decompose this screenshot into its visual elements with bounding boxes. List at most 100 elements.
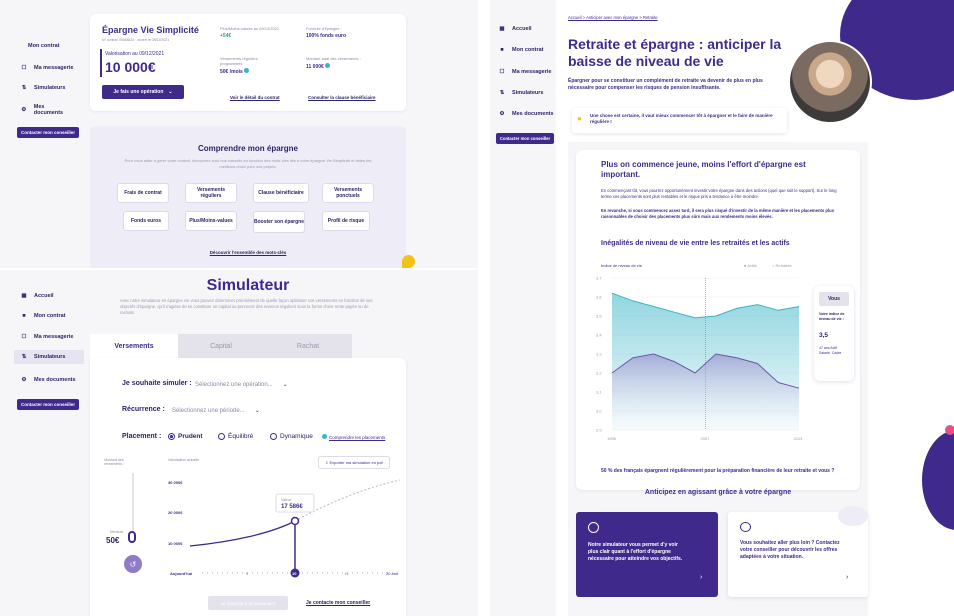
radio-icon: [270, 433, 277, 440]
profile-text: 47 ans Actif Salarié, Cadre: [819, 346, 842, 356]
sidebar-item-contract[interactable]: ■ Mon contrat: [20, 312, 65, 320]
gain-label: Plus/Moins-values au 09/12/2021: [220, 26, 280, 31]
tag-beneficiary-clause[interactable]: Clause bénéficiaire: [253, 183, 309, 203]
tag-gains-losses[interactable]: Plus/Moins-values: [185, 211, 237, 231]
y-tick-label: 2,9: [596, 428, 602, 433]
chart-ylabel: Indice de niveau de vie: [601, 263, 642, 268]
anticipate-heading: Anticipez en agissant grâce à votre épar…: [644, 489, 792, 496]
simulator-promo-card[interactable]: Notre simulateur vous permet d'y voir pl…: [576, 512, 718, 597]
tip-box: ● Une chose est certaine, il vaut mieux …: [572, 108, 787, 133]
placements-link-label: Comprendre les placements: [329, 435, 386, 440]
valuation-label: Valorisation au 09/12/2021: [105, 51, 165, 57]
recurrence-select[interactable]: Sélectionnez une période... ⌄: [172, 407, 260, 415]
tag-regular-payments[interactable]: Versements réguliers: [185, 183, 237, 203]
total-value: 11 000€: [306, 64, 324, 70]
projection-chart: 30 000€ 20 000€ 10 000€ Valeur 17 586€ A…: [168, 479, 401, 578]
placement-balanced[interactable]: Équilibré: [218, 433, 253, 440]
x-tick-label: 1996: [607, 436, 617, 441]
advisor-promo-card[interactable]: Vous souhaitez aller plus loin ? Contact…: [728, 506, 868, 597]
sidebar-item-label: Ma messagerie: [34, 334, 74, 340]
sidebar-item-messages[interactable]: ☐ Ma messagerie: [498, 68, 552, 76]
placement-dynamic[interactable]: Dynamique: [270, 433, 313, 440]
regular-payments-cell: Versements réguliers programmés : 50€ /mo…: [220, 56, 280, 75]
understand-title: Comprendre mon épargne: [197, 144, 298, 153]
monthly-period: Mensuel: [110, 530, 124, 534]
your-index-value: 3,5: [819, 332, 829, 339]
selected-point: [290, 516, 300, 526]
x-label-15: 15: [344, 571, 349, 576]
sidebar-item-label: Ma messagerie: [34, 65, 74, 71]
panel-article: ▦ Accueil ■ Mon contrat ☐ Ma messagerie ⇅ Si…: [490, 0, 954, 616]
breadcrumb[interactable]: Accueil > Anticiper avec mon épargne > R…: [568, 15, 658, 20]
purple-side-decoration: [922, 430, 954, 530]
sidebar-item-label: Simulateurs: [512, 90, 544, 96]
placement-prudent[interactable]: Prudent: [168, 433, 203, 440]
you-button[interactable]: Vous: [819, 292, 849, 306]
y-tick-label: 3,0: [596, 409, 602, 414]
y-tick-label: 30 000€: [168, 480, 183, 485]
sidebar-item-messages[interactable]: ☐ Ma messagerie: [20, 64, 74, 72]
radio-icon: [168, 433, 175, 440]
simulate-label: Je souhaite simuler :: [122, 380, 192, 387]
history-button[interactable]: ↺: [124, 555, 142, 573]
legend-label: Actifs: [747, 263, 758, 268]
y-tick-label: 10 000€: [168, 541, 183, 546]
sidebar-item-contract[interactable]: ■ Mon contrat: [498, 46, 543, 54]
sidebar-item-documents[interactable]: ⚙ Mes documents: [498, 110, 554, 118]
operation-select[interactable]: Sélectionnez une opération... ⌄: [195, 381, 288, 389]
subscribe-button[interactable]: Je souscris à ce versement: [208, 596, 288, 610]
y-tick-label: 3,2: [596, 371, 602, 376]
contact-advisor-button[interactable]: Contacter mon conseiller: [496, 133, 554, 144]
sidebar-item-label: Mon contrat: [34, 313, 66, 319]
your-index-label: Votre indice de niveau de vie :: [819, 312, 845, 321]
y-tick-label: 20 000€: [168, 510, 183, 515]
current-value-label: Valorisation actuelle: [168, 458, 200, 462]
tag-risk-profile[interactable]: Profil de risque: [322, 211, 370, 231]
contact-advisor-link[interactable]: Je contacte mon conseiller: [306, 600, 370, 606]
sidebar-item-home[interactable]: ▦ Accueil: [20, 292, 53, 300]
sidebar-item-messages[interactable]: ☐ Ma messagerie: [20, 333, 74, 341]
contact-advisor-button[interactable]: Contacter mon conseiller: [17, 127, 79, 138]
doc-icon: ■: [22, 313, 26, 319]
grid-icon: ▦: [21, 293, 27, 299]
tag-one-off-payments[interactable]: Versements ponctuels: [322, 183, 374, 203]
contact-advisor-button[interactable]: Contacter mon conseiller: [17, 399, 79, 410]
sidebar: Mon contrat ☐ Ma messagerie ⇅ Simulateurs …: [14, 40, 74, 160]
folder-icon: ⚙: [499, 111, 505, 117]
sidebar-item-simulators[interactable]: ⇅ Simulateurs: [20, 84, 66, 92]
info-icon[interactable]: [325, 63, 331, 68]
panel-simulator: ▦ Accueil ■ Mon contrat ☐ Ma messagerie ⇅ Si…: [0, 270, 478, 616]
formula-label: Formule d'épargne :: [306, 26, 342, 31]
x-label-20: 20 ans: [386, 571, 398, 576]
monthly-value: 50€: [106, 536, 120, 545]
tag-euro-funds[interactable]: Fonds euros: [123, 211, 169, 231]
placements-info-link[interactable]: Comprendre les placements: [322, 434, 385, 440]
radio-icon: [218, 433, 225, 440]
x-label-5: 5: [246, 571, 249, 576]
info-icon[interactable]: [244, 68, 250, 73]
chat-bubble-icon: [740, 522, 751, 532]
tab-capital[interactable]: Capital: [178, 334, 264, 358]
tab-withdrawal[interactable]: Rachat: [264, 334, 352, 358]
slider-handle[interactable]: [128, 531, 136, 543]
article-title: Retraite et épargne : anticiper la baiss…: [568, 36, 782, 69]
sidebar-item-simulators[interactable]: ⇅ Simulateurs: [14, 350, 84, 364]
tooltip-value: 17 586€: [281, 504, 303, 510]
paragraph-1: En commençant tôt, vous pourrez opportun…: [601, 188, 837, 200]
beneficiary-clause-link[interactable]: Consulter la clause bénéficiaire: [308, 95, 376, 100]
sidebar-item-documents[interactable]: ⚙ Mes documents: [20, 104, 74, 116]
sidebar-item-simulators[interactable]: ⇅ Simulateurs: [498, 89, 544, 97]
understand-section: Comprendre mon épargne Pour vous aider à…: [90, 126, 406, 268]
operation-button[interactable]: Je fais une opération ⌄: [102, 85, 184, 99]
sidebar-item-documents[interactable]: ⚙ Mes documents: [20, 376, 76, 384]
contract-detail-link[interactable]: Voir le détail du contrat: [230, 95, 280, 100]
sidebar-item-contract[interactable]: Mon contrat: [28, 43, 59, 49]
sidebar-item-home[interactable]: ▦ Accueil: [498, 25, 531, 33]
gain-value: +54€: [220, 33, 232, 39]
keywords-link[interactable]: Découvrir l'ensemble des mots-clés: [90, 250, 406, 255]
tag-boost-savings[interactable]: Booster son épargne: [253, 211, 305, 233]
simulator-form: Je souhaite simuler : Sélectionnez une o…: [90, 358, 406, 616]
tag-contract-fees[interactable]: Frais de contrat: [117, 183, 169, 203]
sidebar-item-label: Mes documents: [34, 377, 76, 383]
tab-payments[interactable]: Versements: [90, 334, 178, 358]
